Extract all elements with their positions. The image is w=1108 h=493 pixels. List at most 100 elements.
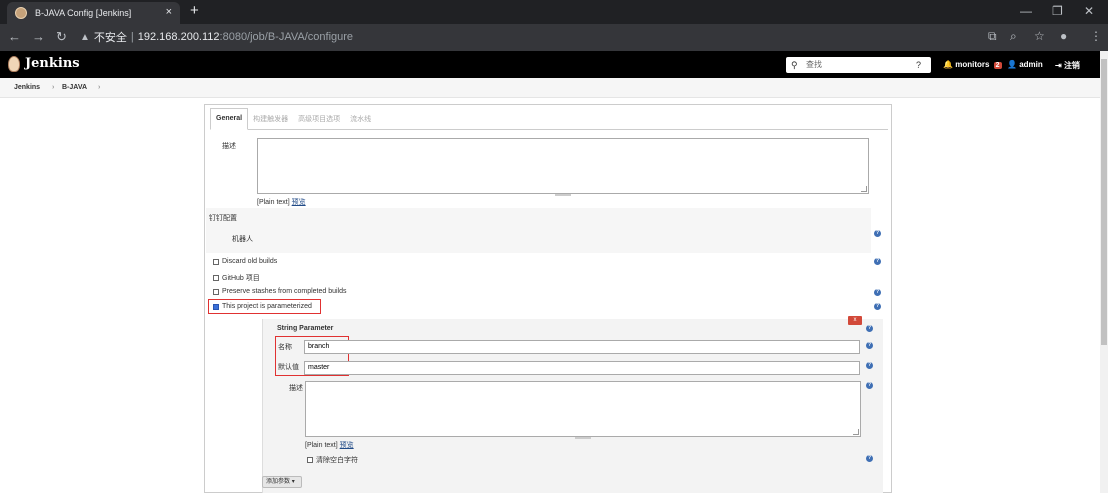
bell-icon: 🔔 xyxy=(943,60,953,69)
option-parameterized[interactable]: This project is parameterized xyxy=(213,303,312,310)
help-icon[interactable]: ? xyxy=(874,230,881,237)
name-label: 名称 xyxy=(278,344,292,351)
address-bar[interactable]: ▲ 不安全 | 192.168.200.112 :8080/job/B-JAVA… xyxy=(80,27,1100,47)
textarea-grip[interactable] xyxy=(575,437,591,439)
add-parameter-label: 添加参数 xyxy=(266,479,291,485)
security-label: 不安全 xyxy=(93,32,127,44)
menu-icon[interactable]: ⋮ xyxy=(1090,29,1102,43)
logout-label: 注销 xyxy=(1063,61,1080,70)
plain-text: [Plain text] xyxy=(257,199,290,206)
resize-handle-icon[interactable] xyxy=(853,429,859,435)
browser-tab[interactable]: B-JAVA Config [Jenkins] × xyxy=(7,2,180,24)
param-plain-text-label: [Plain text] 预览 xyxy=(305,440,354,450)
param-description-textarea[interactable] xyxy=(305,381,861,439)
breadcrumb: Jenkins › B-JAVA › xyxy=(0,78,1100,98)
translate-icon[interactable]: ⧉ xyxy=(988,29,997,44)
maximize-icon[interactable]: ❐ xyxy=(1052,4,1063,18)
search-placeholder: 查找 xyxy=(806,60,822,69)
checkbox-icon[interactable] xyxy=(307,457,313,463)
dingtalk-section xyxy=(206,208,871,253)
url-separator: | xyxy=(130,31,134,43)
checkbox-icon[interactable] xyxy=(213,288,219,295)
logout-link[interactable]: ⇥ 注销 xyxy=(1055,60,1080,71)
option-label: This project is parameterized xyxy=(222,303,312,310)
jenkins-title[interactable]: Jenkins xyxy=(25,56,80,71)
user-icon: 👤 xyxy=(1007,60,1017,69)
help-icon[interactable]: ? xyxy=(866,362,873,369)
option-preserve-stashes[interactable]: Preserve stashes from completed builds xyxy=(213,288,347,295)
name-field[interactable]: branch xyxy=(304,340,860,354)
help-icon[interactable]: ? xyxy=(874,289,881,296)
help-icon[interactable]: ? xyxy=(866,382,873,389)
resize-handle-icon[interactable] xyxy=(861,186,867,192)
minimize-icon[interactable]: — xyxy=(1020,4,1032,18)
breadcrumb-chevron-icon: › xyxy=(52,84,55,91)
dropdown-arrow-icon: ▾ xyxy=(291,479,295,485)
tab-title: B-JAVA Config [Jenkins] xyxy=(35,8,132,18)
tab-close-icon[interactable]: × xyxy=(166,6,172,18)
tab-general[interactable]: General xyxy=(210,108,249,130)
breadcrumb-job[interactable]: B-JAVA xyxy=(62,84,87,91)
option-trim-whitespace[interactable]: 清除空白字符 xyxy=(307,455,358,465)
default-value-label: 默认值 xyxy=(278,364,299,371)
url-host: 192.168.200.112 xyxy=(137,31,220,43)
plain-text: [Plain text] xyxy=(305,442,338,449)
scrollbar-thumb[interactable] xyxy=(1101,59,1107,345)
breadcrumb-chevron-icon: › xyxy=(98,84,101,91)
option-label: Discard old builds xyxy=(222,258,278,265)
help-icon[interactable]: ? xyxy=(874,303,881,310)
help-icon[interactable]: ? xyxy=(866,455,873,462)
textarea-grip[interactable] xyxy=(555,194,571,196)
help-icon[interactable]: ? xyxy=(866,342,873,349)
plain-text-label: [Plain text] 预览 xyxy=(257,197,306,207)
config-tabs: General 构建触发器 高级项目选项 流水线 xyxy=(210,108,888,130)
option-label: GitHub 项目 xyxy=(222,275,260,282)
search-input[interactable]: ⚲ 查找 ? xyxy=(786,57,931,73)
search-icon: ⚲ xyxy=(791,60,798,70)
help-icon[interactable]: ? xyxy=(866,325,873,332)
back-icon[interactable]: ← xyxy=(8,29,21,44)
tab-build-triggers[interactable]: 构建触发器 xyxy=(248,108,293,130)
new-tab-button[interactable]: + xyxy=(190,2,199,19)
option-label: 清除空白字符 xyxy=(316,457,358,464)
tab-advanced-options[interactable]: 高级项目选项 xyxy=(293,108,345,130)
checkbox-checked-icon[interactable] xyxy=(213,303,219,310)
jenkins-favicon-icon xyxy=(15,7,27,19)
string-parameter-title: String Parameter xyxy=(277,325,334,332)
warning-icon: ▲ xyxy=(80,31,90,43)
checkbox-icon[interactable] xyxy=(213,275,219,281)
jenkins-header: Jenkins ⚲ 查找 ? 🔔 monitors 2 👤 admin ⇥ 注销 xyxy=(0,51,1100,78)
option-label: Preserve stashes from completed builds xyxy=(222,288,347,295)
search-help-icon[interactable]: ? xyxy=(916,57,921,73)
help-icon[interactable]: ? xyxy=(874,258,881,265)
logout-icon: ⇥ xyxy=(1055,61,1062,70)
preview-link[interactable]: 预览 xyxy=(292,199,306,206)
user-label: admin xyxy=(1019,60,1043,69)
page-scrollbar[interactable] xyxy=(1100,51,1108,493)
browser-toolbar: ← → ↻ ▲ 不安全 | 192.168.200.112 :8080/job/… xyxy=(0,24,1108,51)
jenkins-logo-icon[interactable] xyxy=(8,56,20,72)
preview-link[interactable]: 预览 xyxy=(340,442,354,449)
breadcrumb-jenkins[interactable]: Jenkins xyxy=(14,84,40,91)
add-parameter-button[interactable]: 添加参数 ▾ xyxy=(262,476,302,488)
checkbox-icon[interactable] xyxy=(213,258,219,265)
user-link[interactable]: 👤 admin xyxy=(1007,60,1043,69)
monitors-badge: 2 xyxy=(993,62,1002,69)
description-textarea[interactable] xyxy=(257,138,869,196)
close-window-icon[interactable]: ✕ xyxy=(1084,4,1094,18)
description-label: 描述 xyxy=(222,143,236,150)
zoom-icon[interactable]: ⌕ xyxy=(1010,29,1017,44)
delete-parameter-button[interactable]: x xyxy=(848,316,862,325)
url-path: :8080/job/B-JAVA/configure xyxy=(219,31,354,43)
bookmark-star-icon[interactable]: ☆ xyxy=(1034,29,1045,43)
profile-icon[interactable]: ● xyxy=(1060,29,1067,43)
option-discard-old-builds[interactable]: Discard old builds xyxy=(213,258,277,265)
default-value-field[interactable]: master xyxy=(304,361,860,375)
monitors-link[interactable]: 🔔 monitors 2 xyxy=(943,60,1002,69)
reload-icon[interactable]: ↻ xyxy=(56,29,67,45)
forward-icon[interactable]: → xyxy=(32,29,45,44)
monitors-label: monitors xyxy=(955,60,990,69)
robot-label: 机器人 xyxy=(232,236,253,243)
tab-pipeline[interactable]: 流水线 xyxy=(345,108,376,130)
option-github-project[interactable]: GitHub 项目 xyxy=(213,273,260,283)
